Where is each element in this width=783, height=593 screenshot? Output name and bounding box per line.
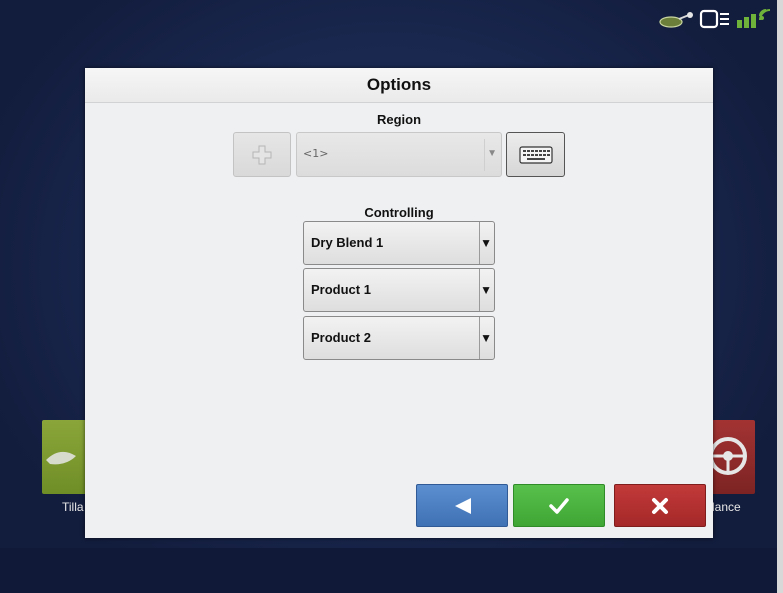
status-bar [657, 6, 773, 36]
region-dropdown[interactable]: <1> ▼ [296, 132, 502, 177]
guidance-tile[interactable] [709, 420, 755, 494]
back-button[interactable] [416, 484, 508, 527]
cancel-button[interactable] [614, 484, 706, 527]
checkmark-icon [549, 497, 569, 514]
product-dropdown-dry-blend-1[interactable]: Dry Blend 1 ▼ [303, 221, 495, 265]
product-dropdown-label: Dry Blend 1 [311, 235, 384, 250]
dialog-title: Options [85, 68, 713, 103]
chevron-down-icon: ▼ [480, 283, 492, 297]
display-icon[interactable] [699, 8, 731, 35]
steering-wheel-icon [709, 437, 747, 475]
keyboard-icon [518, 145, 553, 164]
product-dropdown-label: Product 1 [311, 282, 371, 297]
tillage-icon [46, 451, 76, 465]
product-dropdown-product-1[interactable]: Product 1 ▼ [303, 268, 495, 312]
bottom-bar [0, 548, 777, 593]
product-dropdown-product-2[interactable]: Product 2 ▼ [303, 316, 495, 360]
tillage-tile-label: Tilla [62, 500, 84, 514]
tillage-tile[interactable] [42, 420, 88, 494]
chevron-down-icon: ▼ [487, 148, 497, 159]
controlling-label: Controlling [364, 205, 434, 220]
guidance-tile-label: lance [712, 500, 741, 514]
region-selected-value: <1> [303, 147, 329, 160]
close-icon [652, 497, 668, 514]
product-dropdown-label: Product 2 [311, 330, 371, 345]
chevron-down-icon: ▼ [480, 331, 492, 345]
gps-signal-icon[interactable] [735, 6, 773, 37]
add-region-button[interactable] [233, 132, 291, 177]
plus-icon [252, 145, 272, 164]
implement-icon[interactable] [657, 8, 695, 35]
options-dialog: Options Region <1> ▼ Controlling Dry Ble… [85, 68, 713, 538]
keyboard-button[interactable] [506, 132, 565, 177]
dropdown-divider [484, 139, 485, 171]
chevron-down-icon: ▼ [480, 236, 492, 250]
accept-button[interactable] [513, 484, 605, 527]
back-arrow-icon [455, 497, 471, 514]
region-label: Region [376, 112, 422, 127]
